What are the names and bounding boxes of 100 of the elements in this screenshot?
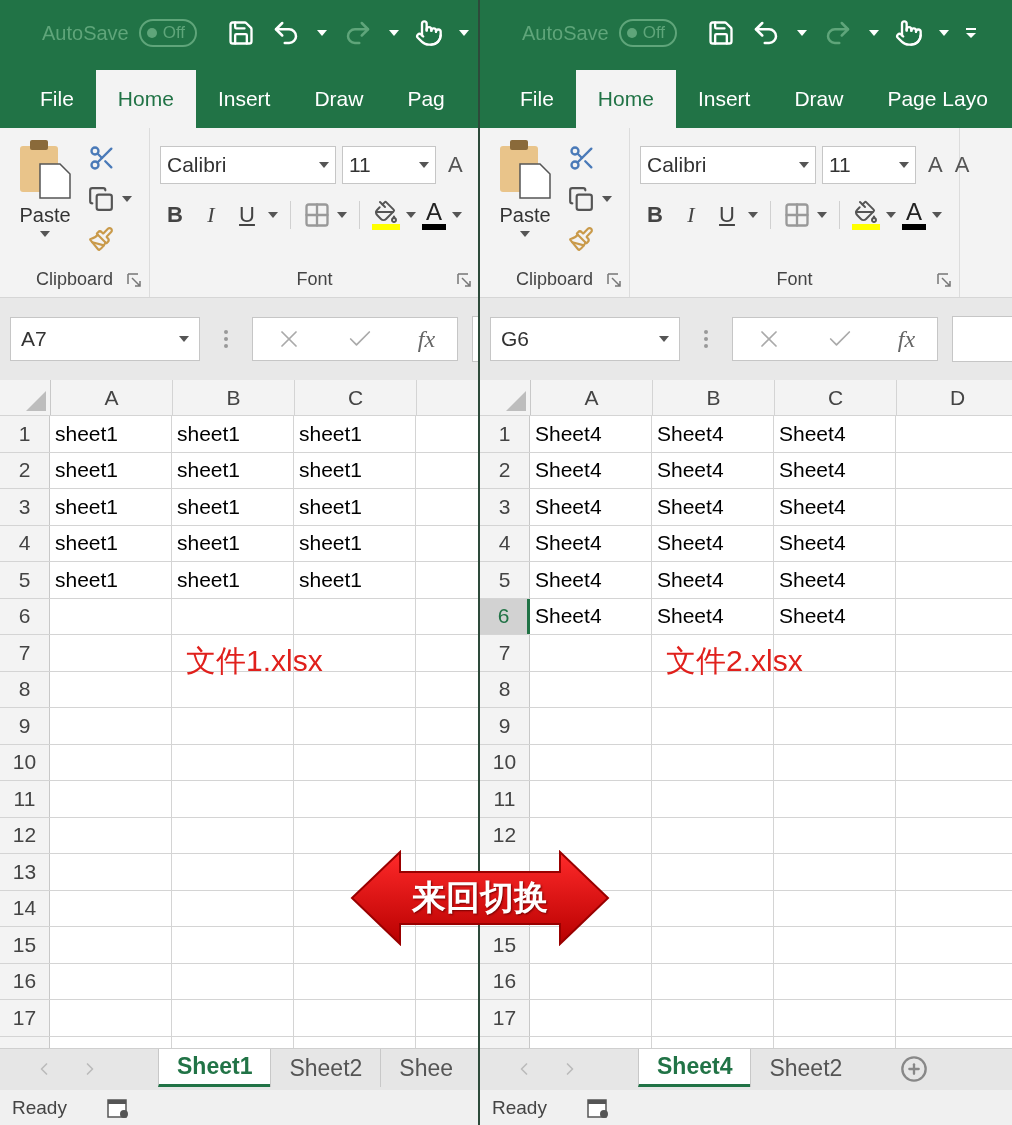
caret-icon[interactable] [602, 196, 612, 202]
row-header[interactable]: 3 [0, 489, 50, 525]
paste-button[interactable]: Paste [10, 138, 80, 261]
column-header[interactable]: D [897, 380, 1012, 415]
row-header[interactable]: 14 [0, 890, 50, 926]
sheet-tab[interactable]: Sheet4 [638, 1049, 751, 1087]
column-header[interactable]: B [173, 380, 295, 415]
row-header[interactable]: 8 [480, 671, 530, 707]
caret-icon[interactable] [40, 231, 50, 237]
column-header[interactable]: C [775, 380, 897, 415]
column-header[interactable]: C [295, 380, 417, 415]
caret-icon[interactable] [337, 212, 347, 218]
ribbon-tab[interactable]: Draw [292, 70, 386, 128]
row-header[interactable]: 7 [480, 635, 530, 671]
caret-icon[interactable] [122, 196, 132, 202]
column-header[interactable]: A [51, 380, 173, 415]
font-color-button[interactable]: A [902, 200, 926, 230]
bold-button[interactable]: B [160, 202, 190, 228]
save-icon[interactable] [707, 19, 736, 47]
caret-icon[interactable] [268, 212, 278, 218]
ribbon-tab[interactable]: Insert [195, 70, 293, 128]
row-header[interactable]: 3 [480, 489, 530, 525]
caret-icon[interactable] [452, 212, 462, 218]
ribbon-tab[interactable]: Home [575, 70, 676, 128]
font-size-field[interactable]: 11 [822, 146, 916, 184]
caret-icon[interactable] [389, 30, 400, 36]
caret-icon[interactable] [869, 30, 880, 36]
insert-function-button[interactable]: fx [417, 325, 436, 353]
row-header[interactable]: 6 [480, 598, 530, 634]
ribbon-tab[interactable]: Home [95, 70, 196, 128]
borders-icon[interactable] [303, 201, 331, 229]
row-header[interactable]: 4 [0, 525, 50, 561]
save-icon[interactable] [227, 19, 256, 47]
row-header[interactable]: 10 [480, 744, 530, 780]
sheet-tab[interactable]: Sheet1 [158, 1049, 271, 1087]
customize-icon[interactable] [965, 27, 978, 39]
caret-icon[interactable] [317, 30, 328, 36]
sheet-tab[interactable]: Sheet2 [750, 1049, 861, 1087]
font-name-field[interactable]: Calibri [640, 146, 816, 184]
ribbon-tab[interactable]: File [498, 70, 576, 128]
row-header[interactable]: 11 [480, 781, 530, 817]
sheet-tab[interactable]: Shee [380, 1049, 472, 1087]
pointer-hand-icon[interactable] [895, 19, 924, 47]
caret-icon[interactable] [419, 162, 429, 168]
caret-icon[interactable] [899, 162, 909, 168]
caret-icon[interactable] [817, 212, 827, 218]
row-header[interactable]: 1 [0, 416, 50, 452]
add-sheet-icon[interactable] [900, 1055, 929, 1083]
dialog-launcher-icon[interactable] [127, 273, 141, 287]
row-header[interactable]: 11 [0, 781, 50, 817]
row-header[interactable]: 17 [480, 1000, 530, 1036]
ribbon-tab[interactable]: Page Layo [865, 70, 1010, 128]
dialog-launcher-icon[interactable] [607, 273, 621, 287]
row-header[interactable]: 17 [0, 1000, 50, 1036]
row-header[interactable]: 2 [0, 452, 50, 488]
pointer-hand-icon[interactable] [415, 19, 444, 47]
font-size-field[interactable]: 11 [342, 146, 436, 184]
underline-button[interactable]: U [712, 202, 742, 228]
caret-icon[interactable] [939, 30, 950, 36]
font-color-button[interactable]: A [422, 200, 446, 230]
ribbon-tab[interactable]: Draw [772, 70, 866, 128]
ribbon-tab[interactable]: File [18, 70, 96, 128]
macro-record-icon[interactable] [106, 1096, 129, 1119]
row-header[interactable]: 10 [0, 744, 50, 780]
italic-button[interactable]: I [676, 202, 706, 228]
fill-color-icon[interactable] [372, 200, 400, 230]
underline-button[interactable]: U [232, 202, 262, 228]
italic-button[interactable]: I [196, 202, 226, 228]
bold-button[interactable]: B [640, 202, 670, 228]
grow-font-button[interactable]: A [928, 152, 943, 178]
paste-button[interactable]: Paste [490, 138, 560, 261]
row-header[interactable]: 16 [0, 963, 50, 999]
row-header[interactable]: 12 [0, 817, 50, 853]
caret-icon[interactable] [799, 162, 809, 168]
column-header[interactable]: A [531, 380, 653, 415]
caret-icon[interactable] [319, 162, 329, 168]
row-header[interactable]: 5 [480, 562, 530, 598]
row-header[interactable]: 9 [480, 708, 530, 744]
name-box[interactable]: G6 [490, 317, 680, 361]
caret-icon[interactable] [932, 212, 942, 218]
row-header[interactable]: 6 [0, 598, 50, 634]
column-header[interactable]: B [653, 380, 775, 415]
name-box[interactable]: A7 [10, 317, 200, 361]
row-header[interactable]: 4 [480, 525, 530, 561]
font-name-field[interactable]: Calibri [160, 146, 336, 184]
caret-icon[interactable] [748, 212, 758, 218]
caret-icon[interactable] [179, 336, 189, 342]
grow-font-button[interactable]: A [448, 152, 463, 178]
row-header[interactable]: 8 [0, 671, 50, 707]
shrink-font-button[interactable]: A [954, 152, 970, 178]
caret-icon[interactable] [520, 231, 530, 237]
sheet-tab[interactable]: Sheet2 [270, 1049, 381, 1087]
copy-icon[interactable] [88, 186, 114, 212]
caret-icon[interactable] [886, 212, 896, 218]
caret-icon[interactable] [459, 30, 470, 36]
row-header[interactable]: 13 [0, 854, 50, 890]
row-header[interactable]: 12 [480, 817, 530, 853]
ribbon-tab[interactable]: Insert [675, 70, 773, 128]
row-header[interactable]: 9 [0, 708, 50, 744]
row-header[interactable]: 7 [0, 635, 50, 671]
